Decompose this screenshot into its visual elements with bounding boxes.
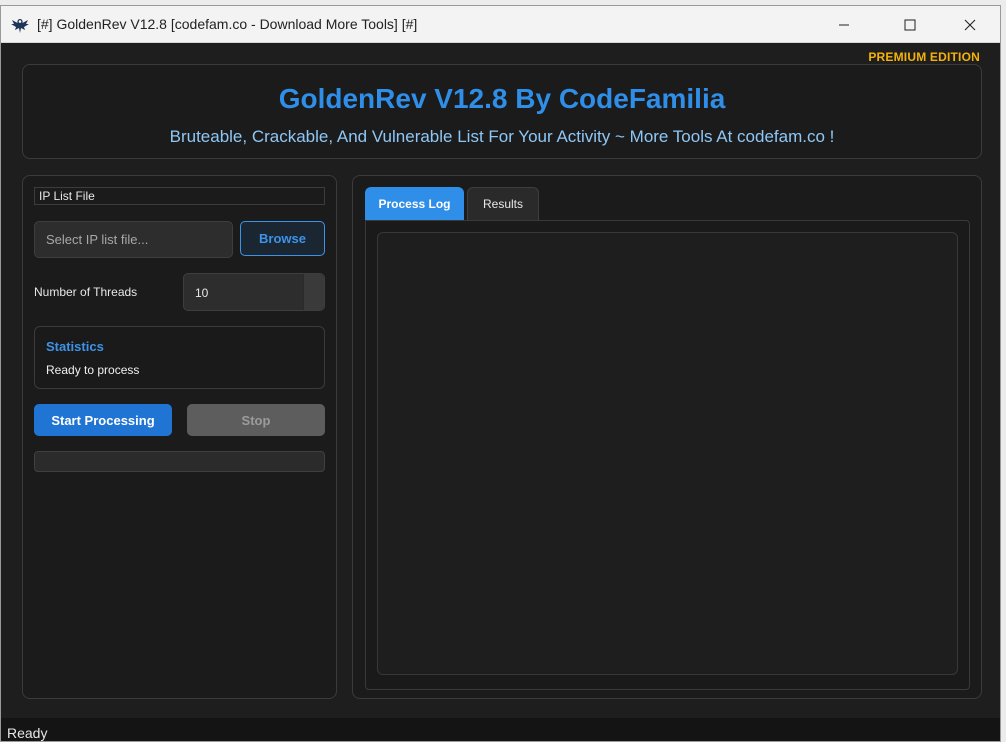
threads-label: Number of Threads xyxy=(34,285,138,299)
ip-list-label: IP List File xyxy=(39,189,95,203)
minimize-icon xyxy=(838,19,850,31)
statistics-title: Statistics xyxy=(46,339,104,354)
threads-spinbox[interactable]: 10 xyxy=(183,273,325,311)
spin-arrows[interactable] xyxy=(303,274,324,310)
ip-list-input[interactable]: Select IP list file... xyxy=(34,221,233,258)
header-panel: GoldenRev V12.8 By CodeFamilia Bruteable… xyxy=(22,64,982,159)
edition-badge: PREMIUM EDITION xyxy=(868,50,980,64)
maximize-icon xyxy=(904,19,916,31)
app-subtitle: Bruteable, Crackable, And Vulnerable Lis… xyxy=(169,127,835,146)
status-text: Ready xyxy=(7,725,48,741)
close-button[interactable] xyxy=(940,6,1000,43)
app-window: [#] GoldenRev V12.8 [codefam.co - Downlo… xyxy=(0,5,1001,742)
browse-button[interactable]: Browse xyxy=(240,221,325,256)
statistics-status: Ready to process xyxy=(46,363,140,377)
threads-value[interactable]: 10 xyxy=(195,286,208,300)
tab-pane xyxy=(365,220,970,690)
output-panel: Process Log Results xyxy=(352,175,982,699)
eagle-icon xyxy=(10,15,30,35)
progress-bar xyxy=(34,451,325,472)
settings-panel: IP List File Select IP list file... Brow… xyxy=(22,175,337,699)
title-bar[interactable]: [#] GoldenRev V12.8 [codefam.co - Downlo… xyxy=(1,6,1000,43)
app-heading: GoldenRev V12.8 By CodeFamilia xyxy=(278,83,726,114)
tab-process-log[interactable]: Process Log xyxy=(365,187,464,220)
close-icon xyxy=(964,19,976,31)
status-bar: Ready xyxy=(1,718,1000,741)
ip-list-label-box: IP List File xyxy=(34,187,325,205)
desktop-edge xyxy=(1001,0,1006,742)
minimize-button[interactable] xyxy=(814,6,874,43)
statistics-box: Statistics Ready to process xyxy=(34,326,325,389)
stop-button[interactable]: Stop xyxy=(187,404,325,436)
start-processing-button[interactable]: Start Processing xyxy=(34,404,172,436)
window-title: [#] GoldenRev V12.8 [codefam.co - Downlo… xyxy=(37,16,418,32)
process-log-textarea[interactable] xyxy=(377,232,958,675)
tab-results[interactable]: Results xyxy=(467,187,539,220)
maximize-button[interactable] xyxy=(880,6,940,43)
